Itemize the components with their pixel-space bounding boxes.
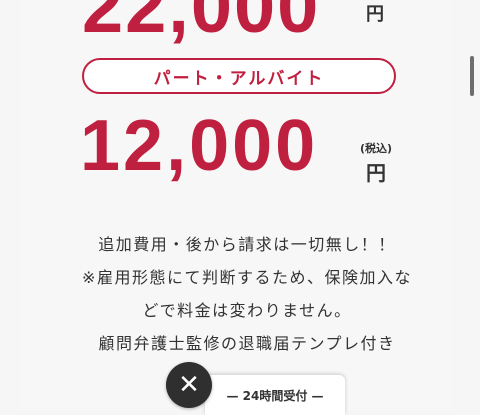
scrollbar-thumb[interactable] <box>470 56 474 96</box>
plan-label-text: パート・アルバイト <box>153 68 325 89</box>
description-line: どで料金は変わりません。 <box>142 301 352 320</box>
hours-panel[interactable]: — 24時間受付 — <box>205 375 345 415</box>
description-line: 追加費用・後から請求は一切無し！！ <box>98 235 396 254</box>
plan-price-yen: 円 <box>366 161 386 185</box>
description-line: 顧問弁護士監修の退職届テンプレ付き <box>98 334 396 353</box>
description-line: ※雇用形態にて判断するため、保険加入な <box>82 268 412 287</box>
top-price-amount: 22,000 <box>82 0 321 48</box>
close-button[interactable]: ✕ <box>166 362 212 408</box>
close-icon: ✕ <box>178 370 200 400</box>
plan-description: 追加費用・後から請求は一切無し！！ ※雇用形態にて判断するため、保険加入な どで… <box>62 228 432 360</box>
plan-label-pill: パート・アルバイト <box>82 58 396 94</box>
plan-price-amount: 12,000 <box>80 106 319 186</box>
tax-included-note: (税込) <box>360 142 393 155</box>
top-price-yen: 円 <box>366 4 384 25</box>
hours-label: — 24時間受付 — <box>226 389 324 403</box>
